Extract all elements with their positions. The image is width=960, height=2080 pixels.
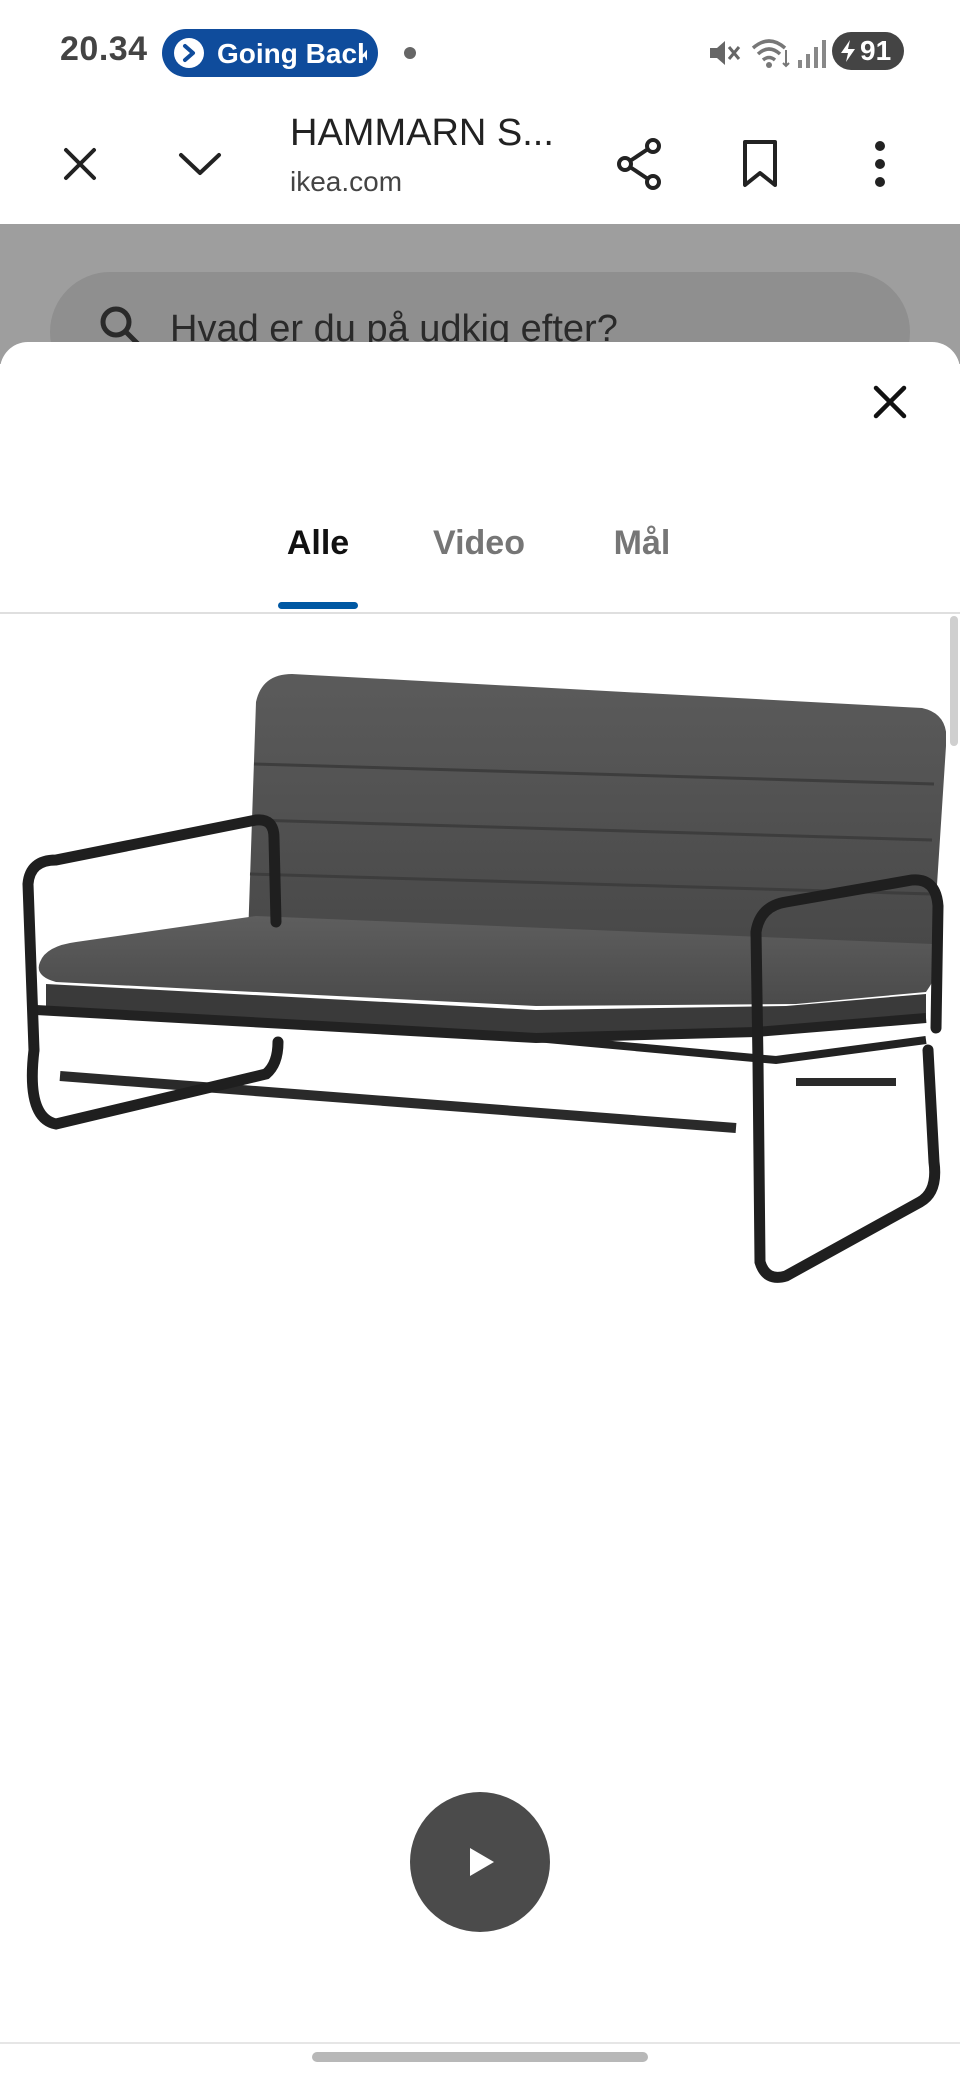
wifi-icon (751, 39, 790, 68)
battery-level: 91 (860, 35, 892, 66)
status-bar: 20.34 Going Back 91 (0, 0, 960, 104)
more-vertical-icon (875, 141, 885, 187)
bottom-divider (0, 2042, 960, 2044)
more-options-button[interactable] (850, 134, 910, 194)
charging-icon (841, 40, 855, 62)
mute-icon (710, 41, 741, 65)
scrollbar[interactable] (950, 616, 958, 746)
page-domain: ikea.com (290, 166, 403, 197)
notification-dot (404, 47, 416, 59)
close-icon (64, 148, 96, 180)
custom-tab-bar: HAMMARN S... ikea.com (0, 104, 960, 224)
status-time: 20.34 (60, 30, 148, 68)
active-tab-indicator (278, 602, 358, 609)
share-button[interactable] (610, 134, 670, 194)
signal-icon (798, 40, 826, 68)
share-icon (617, 138, 661, 190)
going-back-pill[interactable]: Going Back (162, 29, 378, 77)
going-back-label: Going Back (217, 38, 367, 69)
battery-indicator: 91 (832, 32, 904, 70)
bookmark-button[interactable] (730, 134, 790, 194)
close-tab-button[interactable] (50, 134, 110, 194)
bookmark-icon (743, 140, 777, 187)
home-indicator[interactable] (312, 2052, 648, 2062)
media-gallery-sheet: Alle Video Mål (0, 342, 960, 2080)
navigation-arrow-icon (174, 38, 204, 68)
media-content[interactable] (0, 616, 960, 2016)
close-gallery-button[interactable] (860, 372, 920, 432)
chevron-down-icon (179, 153, 221, 175)
page-title: HAMMARN S... (290, 112, 554, 154)
tab-maal[interactable]: Mål (606, 524, 678, 563)
tab-alle[interactable]: Alle (280, 524, 356, 563)
minimize-tab-button[interactable] (170, 134, 230, 194)
screen: 20.34 Going Back 91 HAMMARN S... ikea.co… (0, 0, 960, 2080)
play-icon (470, 1848, 494, 1876)
close-icon (873, 385, 907, 419)
play-video-button[interactable] (410, 1792, 550, 1932)
gallery-tabs: Alle Video Mål (0, 502, 960, 614)
sofa-bed-image (22, 674, 946, 1283)
tab-video[interactable]: Video (426, 524, 532, 563)
